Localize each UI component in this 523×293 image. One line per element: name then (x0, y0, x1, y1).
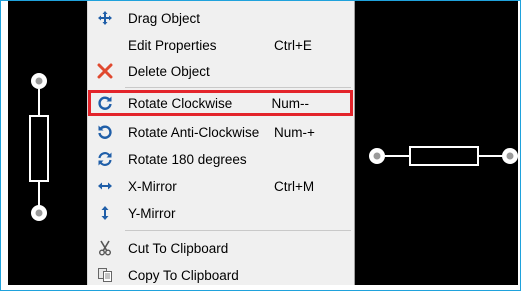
copy-icon (88, 262, 122, 288)
menu-item-rotate-clockwise[interactable]: Rotate Clockwise Num-- (88, 90, 353, 116)
y-mirror-icon (88, 200, 122, 226)
horizontal-resistor[interactable] (369, 146, 518, 166)
menu-item-label: Rotate Clockwise (128, 95, 233, 111)
menu-item-label: Edit Properties (128, 37, 217, 53)
menu-item-rotate-180[interactable]: Rotate 180 degrees (88, 146, 356, 172)
menu-item-delete-object[interactable]: Delete Object (88, 58, 356, 84)
menu-item-rotate-anti-clockwise[interactable]: Rotate Anti-Clockwise Num-+ (88, 119, 356, 145)
menu-item-label: Delete Object (128, 63, 210, 79)
schematic-canvas[interactable]: Drag Object Edit Properties Ctrl+E Delet… (8, 1, 518, 285)
rotate-ccw-icon (88, 119, 122, 145)
menu-item-shortcut: Num-+ (274, 124, 315, 140)
delete-icon (88, 58, 122, 84)
menu-separator (125, 230, 351, 231)
menu-item-label: X-Mirror (128, 178, 177, 194)
menu-item-x-mirror[interactable]: X-Mirror Ctrl+M (88, 173, 356, 199)
menu-item-label: Rotate Anti-Clockwise (128, 124, 260, 140)
menu-item-shortcut: Num-- (271, 95, 309, 111)
menu-item-cut[interactable]: Cut To Clipboard (88, 235, 356, 261)
menu-item-label: Y-Mirror (128, 205, 176, 221)
window-frame: Drag Object Edit Properties Ctrl+E Delet… (0, 0, 521, 291)
menu-item-label: Cut To Clipboard (128, 240, 229, 256)
rotate-cw-icon (88, 90, 122, 116)
menu-item-label: Rotate 180 degrees (128, 151, 247, 167)
menu-item-drag-object[interactable]: Drag Object (88, 5, 356, 31)
menu-item-y-mirror[interactable]: Y-Mirror (88, 200, 356, 226)
menu-item-label: Drag Object (128, 10, 201, 26)
menu-item-copy[interactable]: Copy To Clipboard (88, 262, 356, 288)
menu-item-shortcut: Ctrl+M (274, 178, 315, 194)
move-icon (88, 5, 122, 31)
x-mirror-icon (88, 173, 122, 199)
menu-item-shortcut: Ctrl+E (274, 37, 312, 53)
context-menu: Drag Object Edit Properties Ctrl+E Delet… (87, 1, 355, 285)
rotate-180-icon (88, 146, 122, 172)
vertical-resistor-shape (29, 73, 49, 221)
blank-icon (88, 32, 122, 58)
menu-item-label: Copy To Clipboard (128, 267, 239, 283)
scissors-icon (88, 235, 122, 261)
menu-item-edit-properties[interactable]: Edit Properties Ctrl+E (88, 32, 356, 58)
menu-separator (125, 87, 351, 88)
